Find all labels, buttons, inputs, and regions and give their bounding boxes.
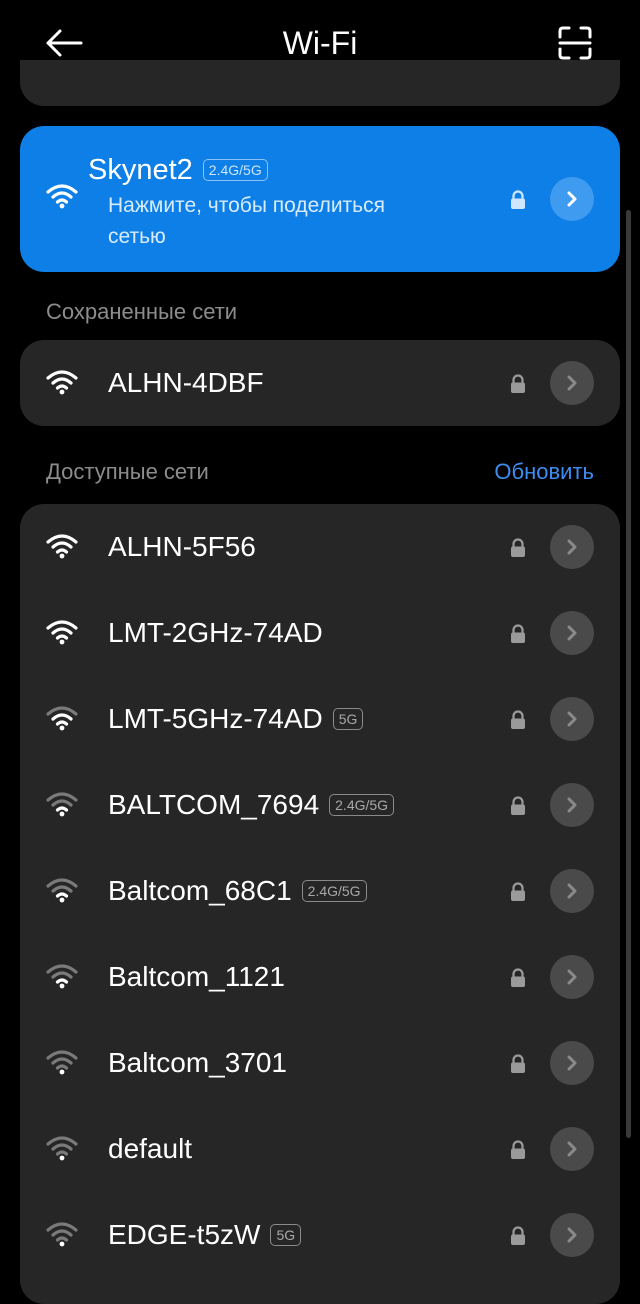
network-name: default [108, 1133, 193, 1164]
chevron-right-icon [567, 625, 577, 641]
network-title: BALTCOM_7694 2.4G/5G [108, 787, 395, 823]
lock-icon [511, 968, 525, 987]
network-details-button[interactable] [550, 697, 594, 741]
network-title: EDGE-t5zW 5G [108, 1217, 302, 1253]
network-title: LMT-2GHz-74AD [108, 615, 323, 651]
scrollbar[interactable] [626, 210, 631, 1138]
wifi-signal-icon [46, 705, 78, 736]
chevron-right-icon [567, 969, 577, 985]
network-details-button[interactable] [550, 1213, 594, 1257]
wifi-signal-icon [46, 619, 78, 650]
network-title: default [108, 1131, 192, 1167]
network-details-button[interactable] [550, 1041, 594, 1085]
chevron-right-icon [567, 1141, 577, 1157]
network-row[interactable]: default [20, 1106, 620, 1192]
refresh-button[interactable]: Обновить [494, 458, 594, 486]
lock-icon [511, 374, 525, 393]
saved-networks-card: ALHN-4DBF [20, 340, 620, 426]
page-title: Wi-Fi [282, 25, 358, 61]
lock-icon [511, 1226, 525, 1245]
lock-icon [511, 190, 525, 209]
network-row[interactable]: Baltcom_68C1 2.4G/5G [20, 848, 620, 934]
network-name: Baltcom_1121 [108, 961, 285, 992]
band-badge: 2.4G/5G [301, 880, 367, 902]
wifi-signal-icon [46, 1135, 78, 1166]
wifi-signal-icon [46, 1221, 78, 1252]
band-badge: 5G [332, 708, 364, 730]
wifi-signal-icon [46, 183, 78, 214]
network-name: LMT-2GHz-74AD [108, 617, 323, 648]
available-networks-label: Доступные сети [46, 459, 209, 484]
network-title: Baltcom_3701 [108, 1045, 287, 1081]
network-details-button[interactable] [550, 525, 594, 569]
network-details-button[interactable] [550, 955, 594, 999]
chevron-right-icon [567, 191, 577, 207]
network-title: LMT-5GHz-74AD 5G [108, 701, 364, 737]
chevron-right-icon [567, 711, 577, 727]
network-name: Baltcom_3701 [108, 1047, 288, 1078]
band-badge: 2.4G/5G [329, 794, 395, 816]
lock-icon [511, 882, 525, 901]
network-row[interactable]: Baltcom_1121 [20, 934, 620, 1020]
wifi-signal-icon [46, 1049, 78, 1080]
network-row[interactable]: ALHN-5F56 [20, 504, 620, 590]
chevron-right-icon [567, 375, 577, 391]
chevron-right-icon [567, 797, 577, 813]
collapsed-card-edge [20, 60, 620, 106]
network-details-button[interactable] [550, 869, 594, 913]
network-row[interactable]: Baltcom_3701 [20, 1020, 620, 1106]
network-details-button[interactable] [550, 611, 594, 655]
share-hint: Нажмите, чтобы поделиться сетью [108, 194, 385, 248]
network-row[interactable]: EDGE-t5zW 5G [20, 1192, 620, 1278]
network-row[interactable]: LMT-5GHz-74AD 5G [20, 676, 620, 762]
wifi-signal-icon [46, 877, 78, 908]
network-details-button[interactable] [550, 1127, 594, 1171]
network-details-button[interactable] [550, 361, 594, 405]
network-row[interactable]: BALTCOM_7694 2.4G/5G [20, 762, 620, 848]
lock-icon [511, 1140, 525, 1159]
network-title: Baltcom_68C1 2.4G/5G [108, 873, 367, 909]
network-name: LMT-5GHz-74AD [108, 703, 323, 734]
network-title: ALHN-4DBF [108, 365, 264, 401]
band-badge: 5G [270, 1224, 302, 1246]
network-name: ALHN-5F56 [108, 531, 256, 562]
chevron-right-icon [567, 1055, 577, 1071]
chevron-right-icon [567, 1227, 577, 1243]
wifi-signal-icon [46, 791, 78, 822]
network-name: BALTCOM_7694 [108, 789, 320, 820]
wifi-signal-icon [46, 369, 78, 400]
band-badge: 2.4G/5G [202, 159, 268, 181]
lock-icon [511, 538, 525, 557]
lock-icon [511, 710, 525, 729]
lock-icon [511, 796, 525, 815]
network-details-button[interactable] [550, 783, 594, 827]
network-name: ALHN-4DBF [108, 367, 264, 398]
network-title: Baltcom_1121 [108, 959, 285, 995]
saved-networks-label: Сохраненные сети [46, 299, 238, 324]
available-networks-card: ALHN-5F56 LMT-2GHz-74AD LMT-5GHz-74AD 5G BAL… [20, 504, 620, 1304]
network-title: ALHN-5F56 [108, 529, 256, 565]
wifi-signal-icon [46, 533, 78, 564]
connected-network-title: Skynet2 2.4G/5G [88, 152, 268, 188]
scan-button[interactable] [552, 22, 598, 64]
wifi-signal-icon [46, 963, 78, 994]
network-name: EDGE-t5zW [108, 1219, 261, 1250]
network-row[interactable]: ALHN-4DBF [20, 340, 620, 426]
chevron-right-icon [567, 539, 577, 555]
network-details-button[interactable] [550, 177, 594, 221]
network-row[interactable]: LMT-2GHz-74AD [20, 590, 620, 676]
qr-scan-icon [558, 26, 592, 60]
network-name: Baltcom_68C1 [108, 875, 292, 906]
lock-icon [511, 624, 525, 643]
lock-icon [511, 1054, 525, 1073]
chevron-right-icon [567, 883, 577, 899]
network-name: Skynet2 [88, 154, 193, 186]
